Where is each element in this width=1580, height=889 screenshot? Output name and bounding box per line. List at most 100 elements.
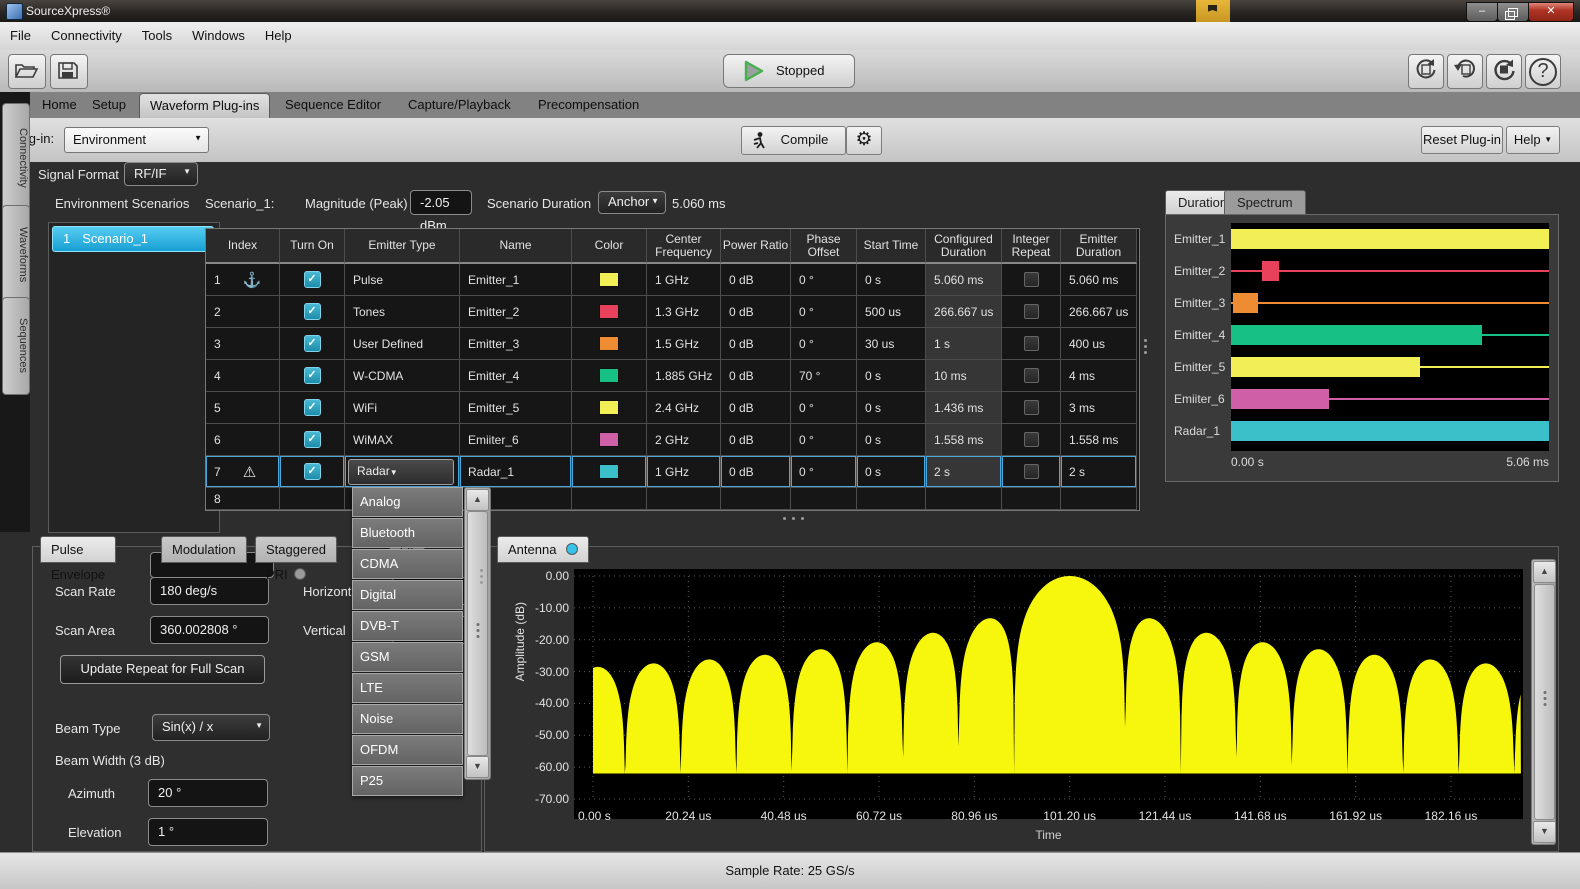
cell-emitter-type[interactable]: W-CDMA [345,360,460,392]
magnitude-input[interactable]: -2.05 dBm [410,190,472,215]
cell-start-time[interactable]: 0 s [857,360,926,392]
cell-center-frequency[interactable]: 1.5 GHz [647,328,721,360]
sidebar-tab-waveforms[interactable]: Waveforms [2,205,30,305]
cell-name[interactable]: Emiiter_6 [460,424,572,456]
dropdown-option-lte[interactable]: LTE [352,673,463,703]
table-row[interactable]: 2✓TonesEmitter_21.3 GHz0 dB0 °500 us266.… [206,296,1139,328]
integer-repeat-checkbox[interactable] [1024,336,1039,351]
menu-item-help[interactable]: Help [255,22,302,49]
tab-capture-playback[interactable]: Capture/Playback [398,92,521,118]
menu-item-file[interactable]: File [0,22,41,49]
dropdown-option-analog-modulation[interactable]: Analog Modulation [352,487,463,517]
compile-settings-button[interactable]: ⚙ [846,126,882,155]
table-row[interactable]: 4✓W-CDMAEmitter_41.885 GHz0 dB70 °0 s10 … [206,360,1139,392]
cell-start-time[interactable]: 500 us [857,296,926,328]
cell-center-frequency[interactable]: 1.3 GHz [647,296,721,328]
cell-power-ratio[interactable]: 0 dB [721,424,791,456]
cell-emitter-duration[interactable]: 5.060 ms [1061,264,1137,296]
integer-repeat-checkbox[interactable] [1024,272,1039,287]
elevation-input[interactable]: 1 ° [148,818,268,846]
dropdown-option-dvb-t[interactable]: DVB-T [352,611,463,641]
cell-configured-duration[interactable]: 5.060 ms [926,264,1002,296]
cell-name[interactable]: Emitter_2 [460,296,572,328]
turn-on-checkbox[interactable]: ✓ [304,463,321,480]
tab-spectrum[interactable]: Spectrum [1224,190,1306,216]
integer-repeat-checkbox[interactable] [1024,400,1039,415]
cell-power-ratio[interactable]: 0 dB [721,360,791,392]
anchor-combobox[interactable]: Anchor ▼ [598,191,666,214]
cell-color[interactable] [572,424,647,456]
scan-area-input[interactable]: 360.002808 ° [150,616,269,644]
cell-emitter-type[interactable]: WiFi [345,392,460,424]
cell-name[interactable]: Emitter_1 [460,264,572,296]
turn-on-checkbox[interactable]: ✓ [304,303,321,320]
cell-color[interactable] [572,392,647,424]
compile-button[interactable]: Compile [741,126,846,155]
cell-power-ratio[interactable]: 0 dB [721,392,791,424]
integer-repeat-checkbox[interactable] [1024,432,1039,447]
turn-on-checkbox[interactable]: ✓ [304,399,321,416]
cell-integer-repeat[interactable] [1002,488,1061,510]
cell-emitter-type[interactable]: User Defined [345,328,460,360]
cell-color[interactable] [572,264,647,296]
scenario-list-item[interactable]: 1Scenario_1 [52,226,214,252]
dropdown-scrollbar[interactable]: ▲ ▼ [464,487,491,780]
cell-center-frequency[interactable]: 1.885 GHz [647,360,721,392]
cell-configured-duration[interactable] [926,488,1002,510]
color-swatch[interactable] [599,432,619,447]
save-button[interactable] [50,54,88,89]
cell-phase-offset[interactable] [791,488,857,510]
cell-turn-on[interactable]: ✓ [280,328,345,360]
cell-phase-offset[interactable]: 0 ° [791,392,857,424]
cell-emitter-duration[interactable] [1061,488,1137,510]
tab-precompensation[interactable]: Precompensation [528,92,649,118]
cell-center-frequency[interactable] [647,488,721,510]
turn-on-checkbox[interactable]: ✓ [304,335,321,352]
cell-integer-repeat[interactable] [1002,456,1061,488]
scan-rate-input[interactable]: 180 deg/s [150,577,269,605]
run-stop-button[interactable]: Stopped [723,54,855,88]
cell-turn-on[interactable]: ✓ [280,360,345,392]
cell-emitter-duration[interactable]: 2 s [1061,456,1137,488]
color-swatch[interactable] [599,400,619,415]
cell-power-ratio[interactable]: 0 dB [721,264,791,296]
tab-home[interactable]: Home [32,92,87,118]
tab-waveform-plug-ins[interactable]: Waveform Plug-ins [139,93,270,119]
cell-configured-duration[interactable]: 1.558 ms [926,424,1002,456]
scroll-up-icon[interactable]: ▲ [466,489,489,511]
dropdown-option-p25[interactable]: P25 [352,766,463,796]
cell-integer-repeat[interactable] [1002,392,1061,424]
dropdown-option-cdma[interactable]: CDMA [352,549,463,579]
tab-staggered-pri[interactable]: Staggered PRI [255,536,337,563]
cell-emitter-duration[interactable]: 400 us [1061,328,1137,360]
reset-plugin-button[interactable]: Reset Plug-in [1421,126,1503,154]
cell-phase-offset[interactable]: 0 ° [791,296,857,328]
cell-start-time[interactable] [857,488,926,510]
cell-start-time[interactable]: 0 s [857,264,926,296]
menu-item-connectivity[interactable]: Connectivity [41,22,132,49]
tab-setup[interactable]: Setup [82,92,136,118]
cell-turn-on[interactable] [280,488,345,510]
cell-configured-duration[interactable]: 2 s [926,456,1002,488]
turn-on-checkbox[interactable]: ✓ [304,271,321,288]
cell-start-time[interactable]: 0 s [857,456,926,488]
cell-center-frequency[interactable]: 1 GHz [647,456,721,488]
cell-name[interactable]: Emitter_5 [460,392,572,424]
cell-phase-offset[interactable]: 0 ° [791,456,857,488]
cell-center-frequency[interactable]: 2 GHz [647,424,721,456]
dropdown-option-ofdm[interactable]: OFDM [352,735,463,765]
integer-repeat-checkbox[interactable] [1024,464,1039,479]
color-swatch[interactable] [599,272,619,287]
plugin-help-button[interactable]: Help ▼ [1506,126,1560,154]
cell-integer-repeat[interactable] [1002,296,1061,328]
close-button[interactable]: ✕ [1528,2,1574,22]
cell-emitter-duration[interactable]: 266.667 us [1061,296,1137,328]
restore-setup-button[interactable] [1408,54,1444,89]
cell-turn-on[interactable]: ✓ [280,392,345,424]
tab-pulse-envelope[interactable]: Pulse Envelope [40,536,116,563]
vertical-splitter-grip[interactable] [1141,336,1150,357]
cell-emitter-type[interactable]: Radar▼ [345,456,460,488]
open-button[interactable] [8,54,46,89]
minimize-button[interactable]: – [1466,2,1498,22]
cell-turn-on[interactable]: ✓ [280,456,345,488]
